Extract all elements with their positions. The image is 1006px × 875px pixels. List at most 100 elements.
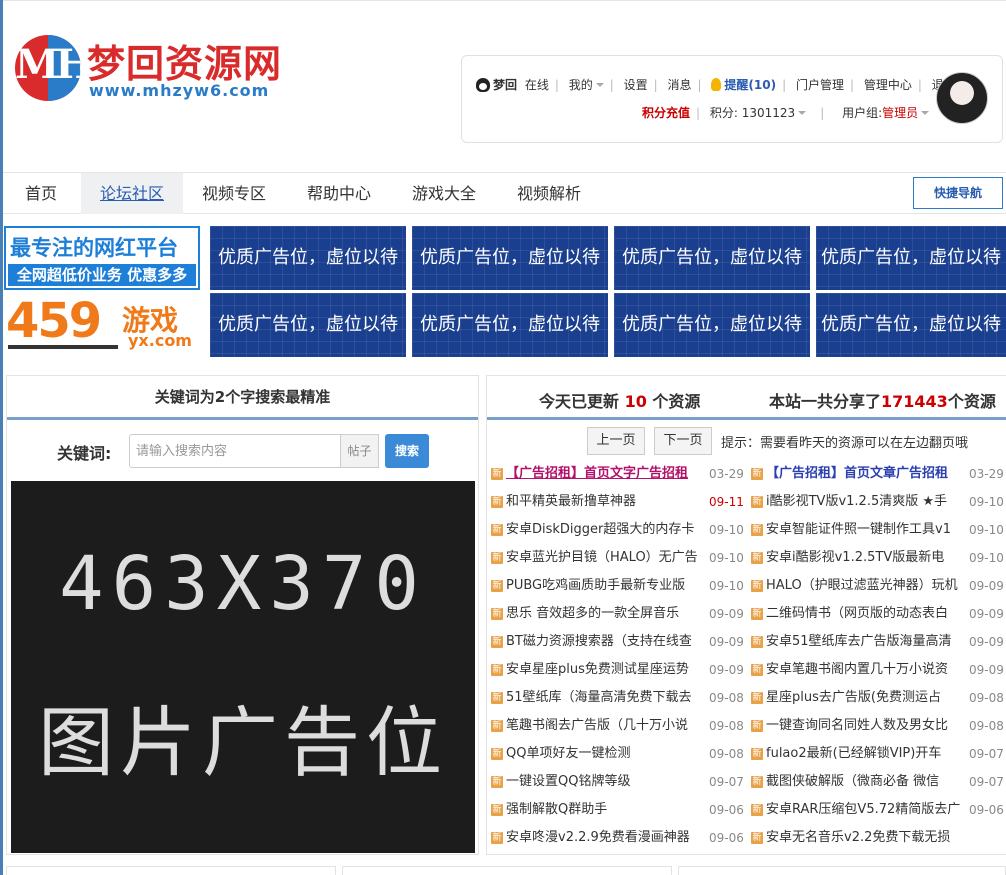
resource-link[interactable]: 新安卓笔趣书阁内置几十万小说资 bbox=[751, 656, 963, 684]
ad-slot[interactable]: 优质广告位，虚位以待 bbox=[816, 226, 1006, 290]
resource-link[interactable]: 新一键设置QQ铭牌等级 bbox=[491, 768, 703, 796]
chevron-down-icon bbox=[921, 110, 930, 115]
table-row: 新 QQ单项好友一键检测 09-08 新 fulao2最新(已经解锁VIP)开车 09-0… bbox=[491, 740, 1006, 768]
nav-forum[interactable]: 论坛社区 bbox=[81, 173, 183, 214]
resource-link[interactable]: 新星座plus去广告版(免费测运占 bbox=[751, 684, 963, 712]
quick-nav-button[interactable]: 快捷导航 bbox=[913, 177, 1003, 209]
user-panel: 梦回 在线| 我的| 设置| 消息| 提醒(10)| 门户管理| 管理中心| 退… bbox=[461, 55, 1003, 143]
points-menu[interactable]: 积分: 1301123 bbox=[710, 104, 807, 121]
site-header: MH 梦回资源网 www.mhzyw6.com 梦回 在线 | 我的 | 设置 | 消… bbox=[3, 0, 1006, 172]
resource-link[interactable]: 新安卓51壁纸库去广告版海量高清 bbox=[751, 628, 963, 656]
resource-link[interactable]: 新【广告招租】首页文字广告招租 bbox=[491, 460, 703, 488]
next-page-button[interactable]: 下一页 bbox=[654, 427, 712, 455]
new-badge-icon: 新 bbox=[751, 635, 763, 648]
resource-link[interactable]: 新 PUBG吃鸡画质助手最新专业版 bbox=[491, 572, 703, 600]
resource-link[interactable]: 新安卓RAR压缩包V5.72精简版去广 bbox=[751, 796, 963, 824]
recharge-link[interactable]: 积分充值 bbox=[642, 104, 690, 121]
resource-date: 09-08 bbox=[969, 719, 1004, 733]
ad-banner-influencer[interactable]: 最专注的网红平台 全网超低价业务 优惠多多 bbox=[4, 226, 200, 290]
ad-slot[interactable]: 优质广告位，虚位以待 bbox=[614, 293, 810, 357]
resource-date: 09-08 bbox=[709, 691, 744, 705]
prev-page-button[interactable]: 上一页 bbox=[587, 427, 645, 455]
resource-date: 09-09 bbox=[709, 607, 744, 621]
ad-banner-459yx[interactable]: 459 游戏 yx.com bbox=[4, 293, 200, 357]
new-badge-icon: 新 bbox=[491, 523, 503, 536]
new-badge-icon: 新 bbox=[491, 775, 503, 788]
table-row: 新一键设置QQ铭牌等级 09-07 新截图侠破解版（微商必备 微信 09-07 bbox=[491, 768, 1006, 796]
resource-link[interactable]: 新强制解散Q群助手 bbox=[491, 796, 703, 824]
table-row: 新笔趣书阁去广告版（几十万小说 09-08 新一键查询同名同姓人数及男女比 09-08 bbox=[491, 712, 1006, 740]
settings-link[interactable]: 设置 bbox=[624, 76, 648, 93]
remind-link[interactable]: 提醒(10) bbox=[724, 76, 776, 93]
new-badge-icon: 新 bbox=[751, 551, 763, 564]
search-input[interactable] bbox=[129, 434, 341, 468]
ad-slot[interactable]: 优质广告位，虚位以待 bbox=[210, 226, 406, 290]
new-badge-icon: 新 bbox=[751, 579, 763, 592]
table-row: 新强制解散Q群助手 09-06 新安卓RAR压缩包V5.72精简版去广 09-06 bbox=[491, 796, 1006, 824]
resource-link[interactable]: 新 HALO（护眼过滤蓝光神器）玩机 bbox=[751, 572, 963, 600]
ad-slot[interactable]: 优质广告位，虚位以待 bbox=[816, 293, 1006, 357]
resource-link[interactable]: 新 QQ单项好友一键检测 bbox=[491, 740, 703, 768]
resource-link[interactable]: 新思乐 音效超多的一款全屏音乐 bbox=[491, 600, 703, 628]
resource-link[interactable]: 新 fulao2最新(已经解锁VIP)开车 bbox=[751, 740, 963, 768]
username[interactable]: 梦回 bbox=[493, 76, 517, 93]
messages-link[interactable]: 消息 bbox=[668, 76, 692, 93]
resource-link[interactable]: 新和平精英最新撸草神器 bbox=[491, 488, 703, 516]
new-badge-icon: 新 bbox=[751, 495, 763, 508]
resource-date: 03-29 bbox=[709, 467, 744, 481]
resource-link[interactable]: 新安卓DiskDigger超强大的内存卡 bbox=[491, 516, 703, 544]
resource-link[interactable]: 新【广告招租】首页文章广告招租 bbox=[751, 460, 963, 488]
new-badge-icon: 新 bbox=[491, 467, 503, 480]
resource-link[interactable]: 新截图侠破解版（微商必备 微信 bbox=[751, 768, 963, 796]
resource-link[interactable]: 新 i酷影视TV版v1.2.5清爽版 ★手 bbox=[751, 488, 963, 516]
resource-date: 09-09 bbox=[709, 663, 744, 677]
new-badge-icon: 新 bbox=[491, 803, 503, 816]
image-ad-slot[interactable]: 463X370 图片广告位 bbox=[11, 481, 475, 853]
resource-link[interactable]: 新安卓智能证件照一键制作工具v1 bbox=[751, 516, 963, 544]
new-badge-icon: 新 bbox=[491, 579, 503, 592]
keyword-label: 关键词: bbox=[57, 444, 112, 463]
resource-link[interactable]: 新二维码情书（网页版的动态表白 bbox=[751, 600, 963, 628]
resource-link[interactable]: 新笔趣书阁去广告版（几十万小说 bbox=[491, 712, 703, 740]
nav-games[interactable]: 游戏大全 bbox=[403, 173, 485, 214]
resource-link[interactable]: 新一键查询同名同姓人数及男女比 bbox=[751, 712, 963, 740]
resource-link[interactable]: 新安卓咚漫v2.2.9免费看漫画神器 bbox=[491, 824, 703, 852]
search-type-select[interactable]: 帖子 bbox=[341, 434, 379, 468]
resource-link[interactable]: 新 BT磁力资源搜索器（支持在线查 bbox=[491, 628, 703, 656]
ad-slot[interactable]: 优质广告位，虚位以待 bbox=[210, 293, 406, 357]
nav-help[interactable]: 帮助中心 bbox=[298, 173, 380, 214]
site-logo[interactable]: MH 梦回资源网 www.mhzyw6.com bbox=[15, 35, 315, 105]
nav-video-parse[interactable]: 视频解析 bbox=[508, 173, 590, 214]
admin-center-link[interactable]: 管理中心 bbox=[864, 76, 912, 93]
new-badge-icon: 新 bbox=[751, 803, 763, 816]
footer-box bbox=[6, 866, 336, 875]
resource-link[interactable]: 新 51壁纸库（海量高清免费下载去 bbox=[491, 684, 703, 712]
ad-slot[interactable]: 优质广告位，虚位以待 bbox=[412, 226, 608, 290]
nav-video[interactable]: 视频专区 bbox=[193, 173, 275, 214]
resource-link[interactable]: 新安卓星座plus免费测试星座运势 bbox=[491, 656, 703, 684]
portal-admin-link[interactable]: 门户管理 bbox=[796, 76, 844, 93]
logo-mark-icon: MH bbox=[15, 35, 81, 101]
site-title: 梦回资源网 bbox=[87, 42, 283, 86]
resource-date: 09-10 bbox=[969, 523, 1004, 537]
resource-link[interactable]: 新安卓蓝光护目镜（HALO）无广告 bbox=[491, 544, 703, 572]
resource-date: 09-10 bbox=[709, 523, 744, 537]
ad-slot[interactable]: 优质广告位，虚位以待 bbox=[614, 226, 810, 290]
search-button[interactable]: 搜索 bbox=[385, 434, 429, 468]
new-badge-icon: 新 bbox=[491, 607, 503, 620]
resource-link[interactable]: 新安卓无名音乐v2.2免费下载无损 bbox=[751, 824, 963, 852]
ad-slot[interactable]: 优质广告位，虚位以待 bbox=[412, 293, 608, 357]
resource-link[interactable]: 新安卓i酷影视v1.2.5TV版最新电 bbox=[751, 544, 963, 572]
resources-header: 今天已更新 10 个资源 本站一共分享了171443个资源 bbox=[487, 376, 1006, 420]
resource-date: 09-10 bbox=[709, 551, 744, 565]
new-badge-icon: 新 bbox=[751, 467, 763, 480]
nav-home[interactable]: 首页 bbox=[11, 173, 71, 214]
avatar[interactable] bbox=[936, 72, 988, 124]
new-badge-icon: 新 bbox=[491, 495, 503, 508]
resource-date: 09-07 bbox=[969, 747, 1004, 761]
table-row: 新安卓DiskDigger超强大的内存卡 09-10 新安卓智能证件照一键制作工具v… bbox=[491, 516, 1006, 544]
new-badge-icon: 新 bbox=[751, 663, 763, 676]
new-badge-icon: 新 bbox=[751, 719, 763, 732]
user-group[interactable]: 用户组: 管理员 bbox=[842, 104, 930, 121]
my-menu[interactable]: 我的 bbox=[569, 76, 604, 93]
